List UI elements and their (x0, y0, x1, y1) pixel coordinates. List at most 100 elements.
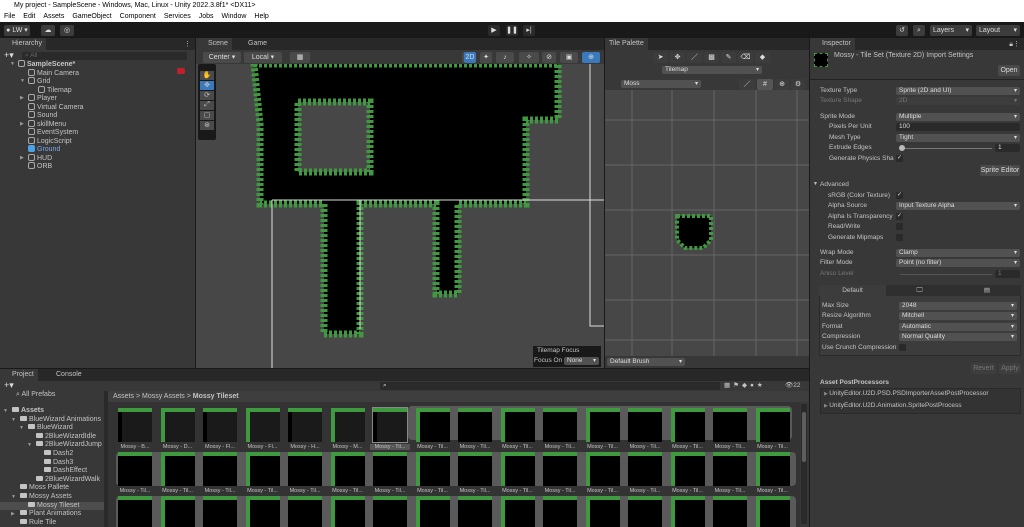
camera-settings-icon[interactable]: ▣ (560, 52, 578, 63)
srgb-checkbox[interactable]: ✓ (896, 192, 903, 199)
edit-palette-icon[interactable]: ／ (739, 79, 755, 90)
transform-tool-icon[interactable]: ⊛ (200, 121, 214, 130)
asset-label[interactable]: Mossy - Til... (413, 444, 453, 450)
menu-services[interactable]: Services (164, 11, 191, 22)
hierarchy-item[interactable]: Sound (0, 111, 195, 120)
asset-label[interactable]: Mossy - D... (158, 444, 198, 450)
space-dropdown[interactable]: Local ▾ (244, 52, 282, 63)
asset-thumbnail[interactable] (628, 452, 662, 486)
asset-thumbnail[interactable] (160, 496, 195, 527)
folder-item[interactable]: Dash3 (0, 458, 104, 468)
gizmo-icon[interactable]: ⊕ (775, 79, 789, 90)
sprite-editor-button[interactable]: Sprite Editor (980, 165, 1020, 176)
asset-label[interactable]: Mossy - Til... (583, 444, 623, 450)
ppu-field[interactable]: 100 (896, 123, 1020, 131)
create-button[interactable]: +▾ (4, 380, 14, 391)
menu-file[interactable]: File (4, 11, 15, 22)
hierarchy-item[interactable]: ▼ Grid (0, 77, 195, 86)
folder-item[interactable]: ▼ Mossy Assets (0, 493, 104, 502)
asset-label[interactable]: Mossy - Til... (540, 488, 580, 494)
hand-tool-icon[interactable]: ✋ (200, 71, 214, 80)
move-tool-icon[interactable]: ✥ (200, 81, 214, 90)
brush-settings-icon[interactable]: ⚙ (791, 79, 805, 90)
eraser-icon[interactable]: ⌫ (738, 52, 753, 63)
hierarchy-item[interactable]: Virtual Camera (0, 102, 195, 112)
tab-game[interactable]: Game (236, 38, 271, 50)
paint-brush-icon[interactable]: ／ (687, 52, 702, 63)
expand-arrow-icon[interactable]: ▼ (3, 407, 8, 416)
asset-label[interactable]: Mossy - Til... (285, 488, 325, 494)
expand-arrow-icon[interactable]: ▼ (19, 424, 24, 433)
asset-thumbnail[interactable] (458, 496, 492, 527)
gizmos-button[interactable]: ⊕ (582, 52, 600, 63)
asset-thumbnail[interactable] (372, 407, 408, 443)
account-button[interactable]: ● LW ▾ (4, 25, 30, 36)
extrude-slider[interactable] (900, 148, 992, 149)
folder-item[interactable]: ▼ BlueWizard (0, 424, 104, 433)
asset-thumbnail[interactable] (415, 408, 450, 442)
scale-tool-icon[interactable]: ⤢ (200, 101, 214, 110)
asset-thumbnail[interactable] (713, 408, 747, 442)
asset-thumbnail[interactable] (755, 452, 790, 486)
asset-thumbnail[interactable] (458, 408, 492, 442)
layers-dropdown[interactable]: Layers ▾ (930, 25, 972, 36)
foldout-arrow-icon[interactable]: ▼ (813, 181, 818, 187)
asset-label[interactable]: Mossy - Til... (370, 444, 410, 450)
slider-thumb[interactable] (899, 145, 905, 151)
asset-thumbnail[interactable] (288, 408, 322, 442)
asset-thumbnail[interactable] (203, 408, 237, 442)
asset-thumbnail[interactable] (500, 496, 535, 527)
asset-label[interactable]: Mossy - Til... (498, 444, 538, 450)
asset-thumbnail[interactable] (245, 452, 280, 486)
asset-thumbnail[interactable] (670, 496, 705, 527)
mipmaps-checkbox[interactable] (896, 234, 903, 241)
revert-button[interactable]: Revert (971, 363, 996, 374)
folder-item[interactable]: ▼ BlueWizard Animations (0, 415, 104, 425)
menu-component[interactable]: Component (120, 11, 156, 22)
search-filter-icons[interactable]: ▦⚑◆●★ (724, 382, 766, 390)
asset-thumbnail[interactable] (203, 452, 237, 486)
compression-dropdown[interactable]: Normal Quality (899, 333, 1017, 341)
expand-arrow-icon[interactable]: ▼ (10, 60, 15, 69)
asset-thumbnail[interactable] (330, 496, 365, 527)
asset-label[interactable]: Mossy - Til... (243, 488, 283, 494)
focus-on-dropdown[interactable]: None (564, 357, 599, 365)
asset-label[interactable]: Mossy - Til... (710, 488, 750, 494)
folder-item[interactable]: 2BlueWizardWalk (0, 475, 104, 485)
asset-thumbnail[interactable] (373, 496, 407, 527)
asset-thumbnail[interactable] (288, 452, 322, 486)
asset-thumbnail[interactable] (288, 496, 322, 527)
asset-thumbnail[interactable] (755, 496, 790, 527)
folder-item[interactable]: Dash2 (0, 450, 104, 459)
extrude-field[interactable]: 1 (995, 144, 1020, 152)
cloud-icon[interactable]: ☁ (41, 25, 55, 36)
audio-icon[interactable]: ♪ (496, 52, 514, 63)
hierarchy-item[interactable]: ▶ skillMenu (0, 119, 195, 129)
asset-label[interactable]: Mossy - Til... (753, 488, 793, 494)
asset-label[interactable]: Mossy - Til... (455, 488, 495, 494)
tab-tile-palette[interactable]: Tile Palette (605, 38, 648, 50)
hierarchy-search[interactable]: ⌕ All (22, 52, 187, 60)
expand-arrow-icon[interactable]: ▶ (20, 120, 24, 129)
crumb-mossy-tileset[interactable]: Mossy Tileset (193, 393, 239, 400)
asset-label[interactable]: Mossy - Til... (710, 444, 750, 450)
asset-thumbnail[interactable] (203, 496, 237, 527)
brush-dropdown[interactable]: Default Brush (607, 358, 685, 366)
asset-thumbnail[interactable] (670, 452, 705, 486)
hierarchy-item[interactable]: ▶ HUD (0, 153, 195, 163)
filter-dropdown[interactable]: Point (no filter) (896, 259, 1020, 267)
hierarchy-item[interactable]: Ground (0, 145, 195, 154)
crumb-mossy-assets[interactable]: Mossy Assets (142, 393, 185, 400)
hierarchy-item[interactable]: Tilemap (0, 85, 195, 95)
all-prefabs[interactable]: ⌕ All Prefabs (16, 391, 55, 400)
asset-thumbnail[interactable] (330, 452, 365, 486)
move-tool-icon[interactable]: ✥ (670, 52, 685, 63)
sprite-mode-dropdown[interactable]: Multiple (896, 113, 1020, 121)
asset-thumbnail[interactable] (585, 452, 620, 486)
2d-toggle[interactable]: 2D (464, 52, 476, 63)
folder-item[interactable]: Moss Pallete (0, 484, 104, 493)
history-icon[interactable]: ↺ (896, 25, 908, 36)
asset-thumbnail[interactable] (415, 452, 450, 486)
hierarchy-item[interactable]: ▼ SampleScene* (0, 60, 195, 69)
asset-label[interactable]: Mossy - H... (285, 444, 325, 450)
